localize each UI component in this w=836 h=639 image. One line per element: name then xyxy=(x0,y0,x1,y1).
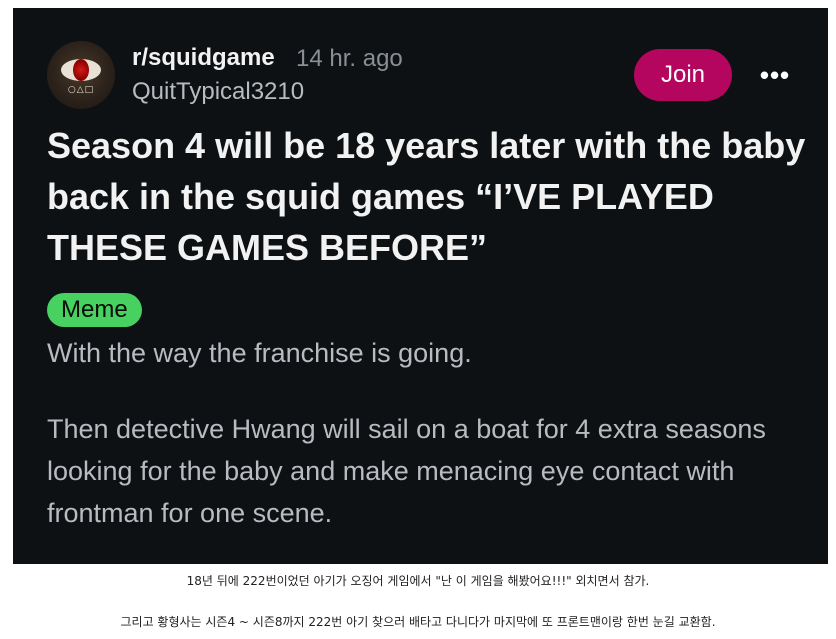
post-body-paragraph-1: With the way the franchise is going. xyxy=(47,338,472,368)
post-title[interactable]: Season 4 will be 18 years later with the… xyxy=(47,120,807,273)
avatar-pupil xyxy=(73,59,89,81)
join-button[interactable]: Join xyxy=(634,49,732,101)
korean-caption-line-2: 그리고 황형사는 시즌4 ~ 시즌8까지 222번 아기 찾으러 배타고 다니다… xyxy=(120,615,716,629)
subreddit-avatar[interactable]: ○△□ xyxy=(47,41,115,109)
subreddit-name[interactable]: r/squidgame xyxy=(132,44,275,72)
post-flair[interactable]: Meme xyxy=(47,293,142,327)
more-options-icon[interactable]: ••• xyxy=(757,60,793,90)
reddit-post-card: ○△□ r/squidgame 14 hr. ago QuitTypical32… xyxy=(13,8,828,564)
post-time: 14 hr. ago xyxy=(296,45,403,72)
post-author[interactable]: QuitTypical3210 xyxy=(132,78,304,106)
korean-caption-line-1: 18년 뒤에 222번이었던 아기가 오징어 게임에서 "난 이 게임을 해봤어… xyxy=(186,574,650,588)
avatar-shapes-text: ○△□ xyxy=(67,85,95,95)
post-body-paragraph-2: Then detective Hwang will sail on a boat… xyxy=(47,414,766,528)
